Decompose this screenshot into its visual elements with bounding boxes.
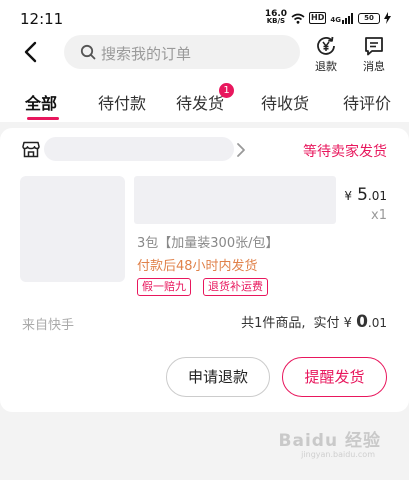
- search-input[interactable]: 搜索我的订单: [64, 35, 300, 69]
- search-placeholder: 搜索我的订单: [101, 45, 192, 63]
- store-name-blurred[interactable]: [44, 137, 234, 161]
- service-tag-return-shipping: 退货补运费: [203, 278, 268, 296]
- apply-refund-button[interactable]: 申请退款: [166, 357, 270, 397]
- shipping-note: 付款后48小时内发货: [137, 259, 258, 274]
- active-tab-indicator: [27, 117, 59, 120]
- remind-shipment-button[interactable]: 提醒发货: [282, 357, 387, 397]
- tab-pending-payment[interactable]: 待付款: [98, 90, 146, 114]
- status-bar: 12:11 16.0 KB/S HD 4G 50: [0, 0, 409, 36]
- status-icons: 16.0 KB/S HD 4G 50: [265, 10, 391, 26]
- order-total: 共1件商品, 实付 ¥ 0.01: [241, 312, 387, 332]
- back-arrow-icon[interactable]: [22, 40, 40, 64]
- tab-pending-review[interactable]: 待评价: [343, 90, 391, 114]
- watermark: Baidu 经验: [278, 431, 381, 451]
- tab-pending-shipment[interactable]: 待发货: [176, 90, 224, 114]
- net-speed: 16.0 KB/S: [264, 9, 288, 25]
- chevron-right-icon: [237, 143, 245, 157]
- tab-pending-receipt[interactable]: 待收货: [261, 90, 309, 114]
- message-label: 消息: [363, 60, 385, 73]
- hd-icon: HD: [309, 12, 327, 24]
- order-source: 来自快手: [22, 318, 75, 333]
- cell-signal-icon: 4G: [330, 12, 354, 24]
- status-time: 12:11: [20, 10, 64, 28]
- service-tag-fake-compensation: 假一赔九: [137, 278, 191, 296]
- message-icon: [365, 37, 383, 56]
- order-tabs: 全部 待付款 待发货 待收货 待评价: [0, 86, 409, 120]
- refund-label: 退款: [315, 60, 337, 73]
- item-quantity: x1: [371, 208, 387, 223]
- product-title-blurred[interactable]: [134, 176, 336, 224]
- battery-icon: 50: [358, 12, 380, 24]
- store-icon: [22, 141, 40, 158]
- tab-badge: 1: [219, 83, 234, 98]
- refund-yen-icon: [317, 36, 335, 55]
- tab-all[interactable]: 全部: [25, 90, 57, 114]
- search-icon: [80, 44, 96, 60]
- message-button[interactable]: 消息: [354, 35, 394, 74]
- wifi-icon: [291, 13, 305, 24]
- refund-button[interactable]: 退款: [306, 35, 346, 74]
- order-status: 等待卖家发货: [303, 144, 387, 160]
- charging-icon: [384, 12, 391, 24]
- item-spec: 3包【加量装300张/包】: [137, 236, 279, 251]
- watermark-sub: jingyan.baidu.com: [301, 450, 375, 459]
- product-image[interactable]: [20, 176, 125, 282]
- item-price: ¥ 5.01: [344, 185, 387, 205]
